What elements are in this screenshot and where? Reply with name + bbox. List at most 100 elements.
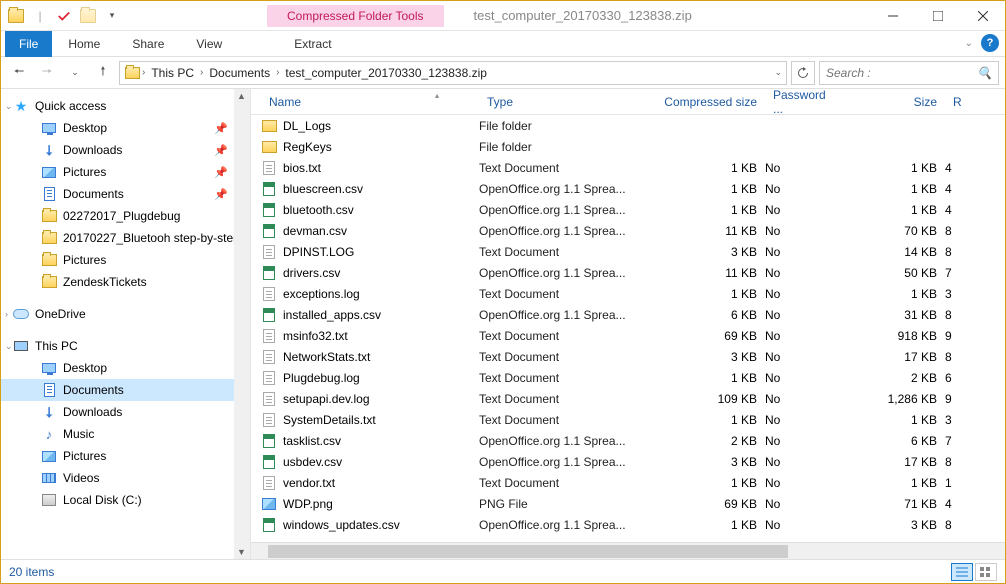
file-row[interactable]: WDP.pngPNG File69 KBNo71 KB4: [251, 493, 1005, 514]
file-size: 1,286 KB: [845, 392, 945, 406]
app-folder-icon: [5, 5, 27, 27]
close-button[interactable]: [960, 1, 1005, 31]
file-row[interactable]: bluetooth.csvOpenOffice.org 1.1 Sprea...…: [251, 199, 1005, 220]
share-tab[interactable]: Share: [116, 33, 180, 55]
nav-documents[interactable]: Documents📌: [1, 183, 250, 205]
breadcrumb-thispc[interactable]: This PC: [147, 66, 198, 80]
nav-pc-videos[interactable]: Videos: [1, 467, 250, 489]
nav-folder-bluetooth[interactable]: 20170227_Bluetooh step-by-step: [1, 227, 250, 249]
file-row[interactable]: setupapi.dev.logText Document109 KBNo1,2…: [251, 388, 1005, 409]
file-type: File folder: [479, 119, 637, 133]
nav-folder-zendesk[interactable]: ZendeskTickets: [1, 271, 250, 293]
breadcrumb-documents[interactable]: Documents: [205, 66, 274, 80]
file-name: bios.txt: [283, 161, 321, 175]
file-row[interactable]: bios.txtText Document1 KBNo1 KB4: [251, 157, 1005, 178]
file-row[interactable]: tasklist.csvOpenOffice.org 1.1 Sprea...2…: [251, 430, 1005, 451]
file-row[interactable]: bluescreen.csvOpenOffice.org 1.1 Sprea..…: [251, 178, 1005, 199]
file-row[interactable]: DL_LogsFile folder: [251, 115, 1005, 136]
chevron-down-icon[interactable]: ⌄: [5, 101, 13, 112]
nav-quick-access[interactable]: ⌄★Quick access: [1, 95, 250, 117]
nav-pc-downloads[interactable]: ⭣Downloads: [1, 401, 250, 423]
forward-button[interactable]: 🠖: [35, 61, 59, 85]
png-icon: [261, 496, 277, 512]
chevron-right-icon[interactable]: ›: [276, 67, 279, 78]
file-row[interactable]: vendor.txtText Document1 KBNo1 KB1: [251, 472, 1005, 493]
help-icon[interactable]: ?: [981, 34, 999, 52]
nav-folder-plugdebug[interactable]: 02272017_Plugdebug: [1, 205, 250, 227]
file-ratio: 8: [945, 224, 965, 238]
extract-tab[interactable]: Extract: [278, 33, 347, 55]
chevron-right-icon[interactable]: ›: [142, 67, 145, 78]
file-row[interactable]: Plugdebug.logText Document1 KBNo2 KB6: [251, 367, 1005, 388]
file-tab[interactable]: File: [5, 31, 52, 57]
nav-downloads[interactable]: ⭣Downloads📌: [1, 139, 250, 161]
home-tab[interactable]: Home: [52, 33, 116, 55]
file-compressed-size: 1 KB: [637, 203, 765, 217]
file-ratio: 6: [945, 371, 965, 385]
horizontal-scrollbar[interactable]: [251, 542, 1005, 559]
qat-newfolder-icon[interactable]: [77, 5, 99, 27]
col-ratio[interactable]: R: [945, 95, 965, 109]
file-row[interactable]: SystemDetails.txtText Document1 KBNo1 KB…: [251, 409, 1005, 430]
nav-scrollbar[interactable]: [234, 89, 250, 559]
col-password[interactable]: Password ...: [765, 89, 845, 116]
desktop-icon: [41, 120, 57, 136]
recent-dropdown-icon[interactable]: ⌄: [63, 61, 87, 85]
star-icon: ★: [13, 98, 29, 114]
file-list: DL_LogsFile folderRegKeysFile folderbios…: [251, 115, 1005, 542]
file-row[interactable]: installed_apps.csvOpenOffice.org 1.1 Spr…: [251, 304, 1005, 325]
chevron-down-icon[interactable]: ⌄: [5, 341, 13, 352]
nav-pictures[interactable]: Pictures📌: [1, 161, 250, 183]
chevron-right-icon[interactable]: ›: [200, 67, 203, 78]
col-type[interactable]: Type: [479, 95, 637, 109]
nav-pc-desktop[interactable]: Desktop: [1, 357, 250, 379]
breadcrumb-zip[interactable]: test_computer_20170330_123838.zip: [281, 66, 491, 80]
nav-pc-documents[interactable]: Documents: [1, 379, 250, 401]
chevron-right-icon[interactable]: ›: [5, 309, 8, 319]
nav-folder-pictures2[interactable]: Pictures: [1, 249, 250, 271]
nav-pc-pictures[interactable]: Pictures: [1, 445, 250, 467]
file-type: Text Document: [479, 371, 637, 385]
ribbon-expand-icon[interactable]: ⌄: [965, 38, 973, 49]
breadcrumb-dropdown-icon[interactable]: ⌄: [774, 67, 782, 78]
address-bar: 🠔 🠖 ⌄ 🠕 › This PC › Documents › test_com…: [1, 57, 1005, 89]
file-row[interactable]: drivers.csvOpenOffice.org 1.1 Sprea...11…: [251, 262, 1005, 283]
maximize-button[interactable]: [915, 1, 960, 31]
file-row[interactable]: RegKeysFile folder: [251, 136, 1005, 157]
file-row[interactable]: NetworkStats.txtText Document3 KBNo17 KB…: [251, 346, 1005, 367]
col-name[interactable]: Name▴: [261, 95, 479, 109]
view-tab[interactable]: View: [180, 33, 238, 55]
refresh-button[interactable]: [791, 61, 815, 85]
file-row[interactable]: DPINST.LOGText Document3 KBNo14 KB8: [251, 241, 1005, 262]
qat-customize-dropdown-icon[interactable]: ▾: [101, 5, 123, 27]
back-button[interactable]: 🠔: [7, 61, 31, 85]
up-button[interactable]: 🠕: [91, 61, 115, 85]
file-row[interactable]: devman.csvOpenOffice.org 1.1 Sprea...11 …: [251, 220, 1005, 241]
view-details-button[interactable]: [951, 563, 973, 581]
nav-onedrive[interactable]: ›OneDrive: [1, 303, 250, 325]
breadcrumb[interactable]: › This PC › Documents › test_computer_20…: [119, 61, 787, 85]
qat-properties-icon[interactable]: [53, 5, 75, 27]
file-ratio: 1: [945, 476, 965, 490]
nav-pc-localdisk[interactable]: Local Disk (C:): [1, 489, 250, 511]
documents-icon: [41, 186, 57, 202]
file-row[interactable]: msinfo32.txtText Document69 KBNo918 KB9: [251, 325, 1005, 346]
nav-pc-music[interactable]: ♪Music: [1, 423, 250, 445]
folder-icon: [41, 274, 57, 290]
column-headers: Name▴ Type Compressed size Password ... …: [251, 89, 1005, 115]
file-type: OpenOffice.org 1.1 Sprea...: [479, 224, 637, 238]
pictures-icon: [41, 164, 57, 180]
nav-thispc[interactable]: ⌄This PC: [1, 335, 250, 357]
file-row[interactable]: usbdev.csvOpenOffice.org 1.1 Sprea...3 K…: [251, 451, 1005, 472]
minimize-button[interactable]: [870, 1, 915, 31]
file-row[interactable]: windows_updates.csvOpenOffice.org 1.1 Sp…: [251, 514, 1005, 535]
file-name: Plugdebug.log: [283, 371, 360, 385]
col-compressed[interactable]: Compressed size: [637, 95, 765, 109]
view-icons-button[interactable]: [975, 563, 997, 581]
col-size[interactable]: Size: [845, 95, 945, 109]
file-name: drivers.csv: [283, 266, 340, 280]
search-box[interactable]: 🔍: [819, 61, 999, 85]
file-row[interactable]: exceptions.logText Document1 KBNo1 KB3: [251, 283, 1005, 304]
search-input[interactable]: [826, 66, 956, 80]
nav-desktop[interactable]: Desktop📌: [1, 117, 250, 139]
